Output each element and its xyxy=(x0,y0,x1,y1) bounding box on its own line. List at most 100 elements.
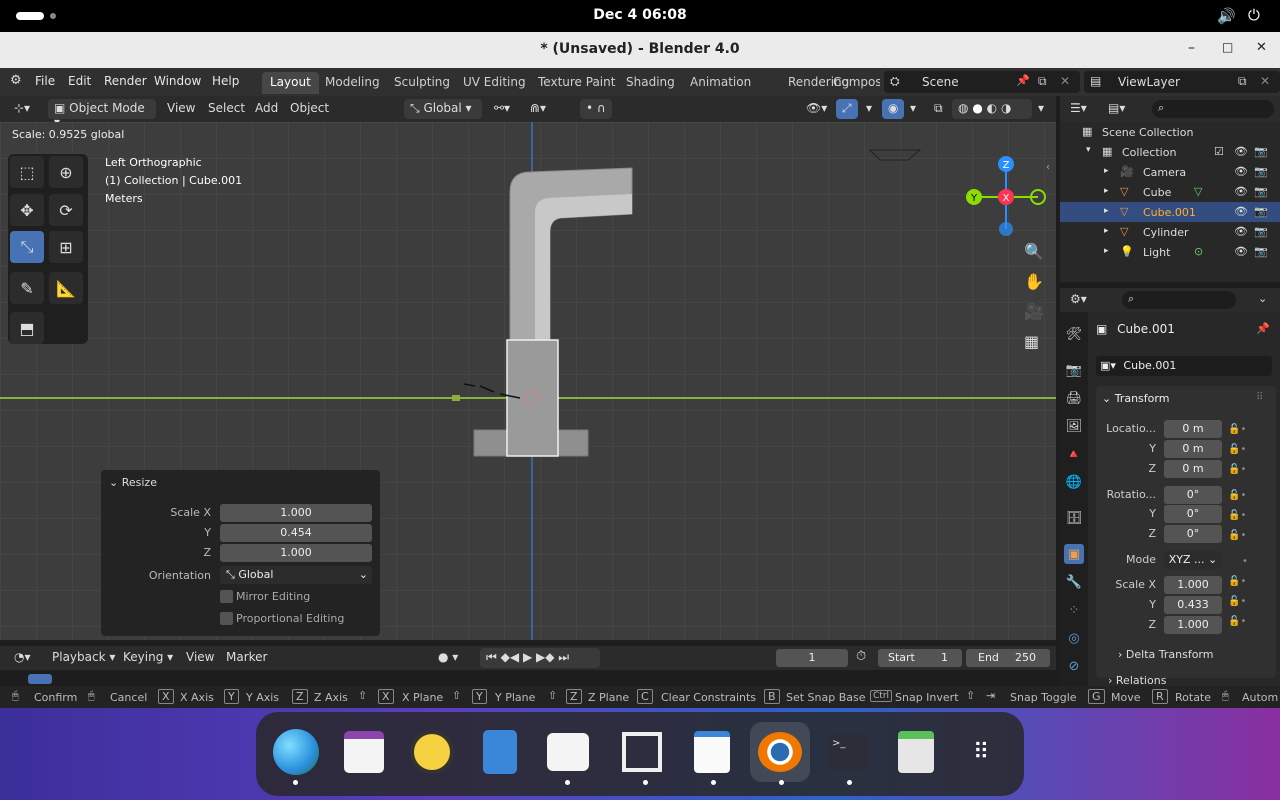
rotation-y-field[interactable]: 0° xyxy=(1164,505,1222,523)
camera-view-icon[interactable]: 🎥 xyxy=(1024,302,1044,321)
expand-chevron-icon[interactable]: ▸ xyxy=(1104,226,1109,236)
light-data-icon[interactable]: ⊙ xyxy=(1194,245,1203,258)
view-layer-tab-icon[interactable]: 🖼 xyxy=(1064,416,1084,436)
location-x-field[interactable]: 0 m xyxy=(1164,420,1222,438)
trash-app-icon[interactable] xyxy=(886,722,946,782)
collection-row[interactable]: ▾ ▦ Collection ☑ 👁 📷 xyxy=(1060,142,1280,162)
render-camera-icon[interactable]: 📷 xyxy=(1254,245,1268,258)
menu-view[interactable]: View xyxy=(161,99,201,119)
shading-dropdown-icon[interactable]: ▾ xyxy=(1032,99,1050,119)
outliner-item-light[interactable]: ▸ 💡 Light ⊙ 👁 📷 xyxy=(1060,242,1280,262)
proportional-edit-icon[interactable]: • ∩ xyxy=(580,99,612,119)
visibility-icon[interactable]: 👁▾ xyxy=(800,99,833,119)
snap-icon[interactable]: ⋒▾ xyxy=(524,99,552,119)
menu-add[interactable]: Add xyxy=(249,99,284,119)
scene-tab-icon[interactable]: 🔺 xyxy=(1064,444,1084,464)
lock-icon[interactable]: 🔓• xyxy=(1228,612,1258,632)
physics-tab-icon[interactable]: ◎ xyxy=(1064,628,1084,648)
delete-scene-icon[interactable]: ✕ xyxy=(1060,74,1070,88)
3d-viewport[interactable]: Scale: 0.9525 global Left Orthographic (… xyxy=(0,122,1056,640)
eye-icon[interactable]: 👁 xyxy=(1234,185,1248,198)
overlay-toggle-icon[interactable]: ◉ xyxy=(882,99,905,119)
timeline-scrubber[interactable] xyxy=(0,670,1056,686)
menu-playback[interactable]: Playback ▾ xyxy=(46,648,121,668)
rotation-z-field[interactable]: 0° xyxy=(1164,525,1222,543)
scale-y-field[interactable]: 0.454 xyxy=(220,524,372,542)
blender-logo-icon[interactable]: ⚙ xyxy=(10,73,22,88)
outliner-item-cube[interactable]: ▸ ▽ Cube ▽ 👁 📷 xyxy=(1060,182,1280,202)
keyframe-dot-icon[interactable]: • xyxy=(1228,552,1258,572)
shading-modes[interactable]: ◍ ● ◐ ◑ xyxy=(952,99,1032,119)
include-checkbox[interactable]: ☑ xyxy=(1214,145,1224,158)
constraints-tab-icon[interactable]: ⊘ xyxy=(1064,656,1084,676)
properties-editor-icon[interactable]: ⚙▾ xyxy=(1070,292,1087,306)
power-icon[interactable]: ⏻ xyxy=(1248,6,1260,24)
drag-handle-icon[interactable]: ⠿ xyxy=(1256,392,1263,403)
mirror-editing-checkbox[interactable] xyxy=(220,590,233,603)
wireframe-icon[interactable]: ◍ xyxy=(958,101,968,115)
mesh-data-icon[interactable]: ▽ xyxy=(1194,185,1202,198)
jump-end-icon[interactable]: ⏭ xyxy=(558,650,569,664)
render-camera-icon[interactable]: 📷 xyxy=(1254,225,1268,238)
rendered-icon[interactable]: ◑ xyxy=(1001,101,1011,115)
outliner-search-input[interactable]: ⌕ xyxy=(1152,100,1274,118)
eye-icon[interactable]: 👁 xyxy=(1234,225,1248,238)
viewlayer-selector[interactable]: ▤ ViewLayer ⧉ ✕ xyxy=(1084,71,1280,93)
expand-chevron-icon[interactable]: ▸ xyxy=(1104,186,1109,196)
pan-hand-icon[interactable]: ✋ xyxy=(1024,272,1044,291)
prev-keyframe-icon[interactable]: ◆◀ xyxy=(501,650,519,664)
text-editor-app-icon[interactable] xyxy=(682,722,742,782)
next-keyframe-icon[interactable]: ▶◆ xyxy=(536,650,554,664)
expand-chevron-icon[interactable]: ▸ xyxy=(1104,206,1109,216)
grid-toggle-icon[interactable]: ▦ xyxy=(1024,332,1039,351)
modifier-tab-icon[interactable]: 🔧 xyxy=(1064,572,1084,592)
tab-animation[interactable]: Animation xyxy=(682,72,759,94)
render-tab-icon[interactable]: 📷 xyxy=(1064,360,1084,380)
menu-render[interactable]: Render xyxy=(104,74,147,88)
menu-file[interactable]: File xyxy=(35,74,55,88)
location-z-field[interactable]: 0 m xyxy=(1164,460,1222,478)
lock-icon[interactable]: 🔓• xyxy=(1228,440,1258,460)
tab-layout[interactable]: Layout xyxy=(262,72,319,94)
menu-select[interactable]: Select xyxy=(202,99,251,119)
lock-icon[interactable]: 🔓• xyxy=(1228,572,1258,592)
screenshot-app-icon[interactable] xyxy=(612,722,672,782)
start-frame-field[interactable]: Start 1 xyxy=(878,649,962,667)
sidebar-toggle-icon[interactable]: ‹ xyxy=(1046,162,1050,173)
properties-search-input[interactable]: ⌕ xyxy=(1122,291,1236,309)
proportional-editing-checkbox[interactable] xyxy=(220,612,233,625)
tab-modeling[interactable]: Modeling xyxy=(317,72,388,94)
tool-tab-icon[interactable]: 🛠 xyxy=(1064,324,1084,344)
menu-help[interactable]: Help xyxy=(212,74,239,88)
gizmo-dropdown-icon[interactable]: ▾ xyxy=(860,99,878,119)
particles-tab-icon[interactable]: ⁘ xyxy=(1064,600,1084,620)
lock-icon[interactable]: 🔓• xyxy=(1228,486,1258,506)
new-scene-icon[interactable]: ⧉ xyxy=(1038,74,1047,89)
pivot-icon[interactable]: ⚯▾ xyxy=(488,99,516,119)
tab-shading[interactable]: Shading xyxy=(618,72,683,94)
navigation-gizmo[interactable]: Z Y X xyxy=(958,152,1054,242)
blender-app-icon[interactable] xyxy=(750,722,810,782)
rotation-mode-select[interactable]: XYZ ... ⌄ xyxy=(1164,551,1222,569)
transform-header[interactable]: ⌄ Transform xyxy=(1102,392,1169,405)
world-tab-icon[interactable]: 🌐 xyxy=(1064,472,1084,492)
lock-icon[interactable]: 🔓• xyxy=(1228,592,1258,612)
menu-edit[interactable]: Edit xyxy=(68,74,91,88)
calendar-app-icon[interactable] xyxy=(334,722,394,782)
lock-icon[interactable]: 🔓• xyxy=(1228,526,1258,546)
rhythmbox-app-icon[interactable] xyxy=(402,722,462,782)
files-app-icon[interactable] xyxy=(470,722,530,782)
mode-dropdown[interactable]: ▣ Object Mode ▾ xyxy=(48,99,156,129)
xray-icon[interactable]: ⧉ xyxy=(928,99,949,119)
render-camera-icon[interactable]: 📷 xyxy=(1254,145,1268,158)
solid-icon[interactable]: ● xyxy=(972,101,982,115)
software-app-icon[interactable] xyxy=(538,722,598,782)
maximize-button[interactable]: □ xyxy=(1222,40,1233,54)
timeline-editor-icon[interactable]: ◔▾ xyxy=(8,648,37,668)
editor-type-icon[interactable]: ⊹▾ xyxy=(8,99,36,119)
show-apps-icon[interactable]: ⠿ xyxy=(952,722,1012,782)
render-camera-icon[interactable]: 📷 xyxy=(1254,205,1268,218)
location-y-field[interactable]: 0 m xyxy=(1164,440,1222,458)
frame-indicator[interactable] xyxy=(28,674,52,684)
clock[interactable]: Dec 4 06:08 xyxy=(560,7,720,23)
